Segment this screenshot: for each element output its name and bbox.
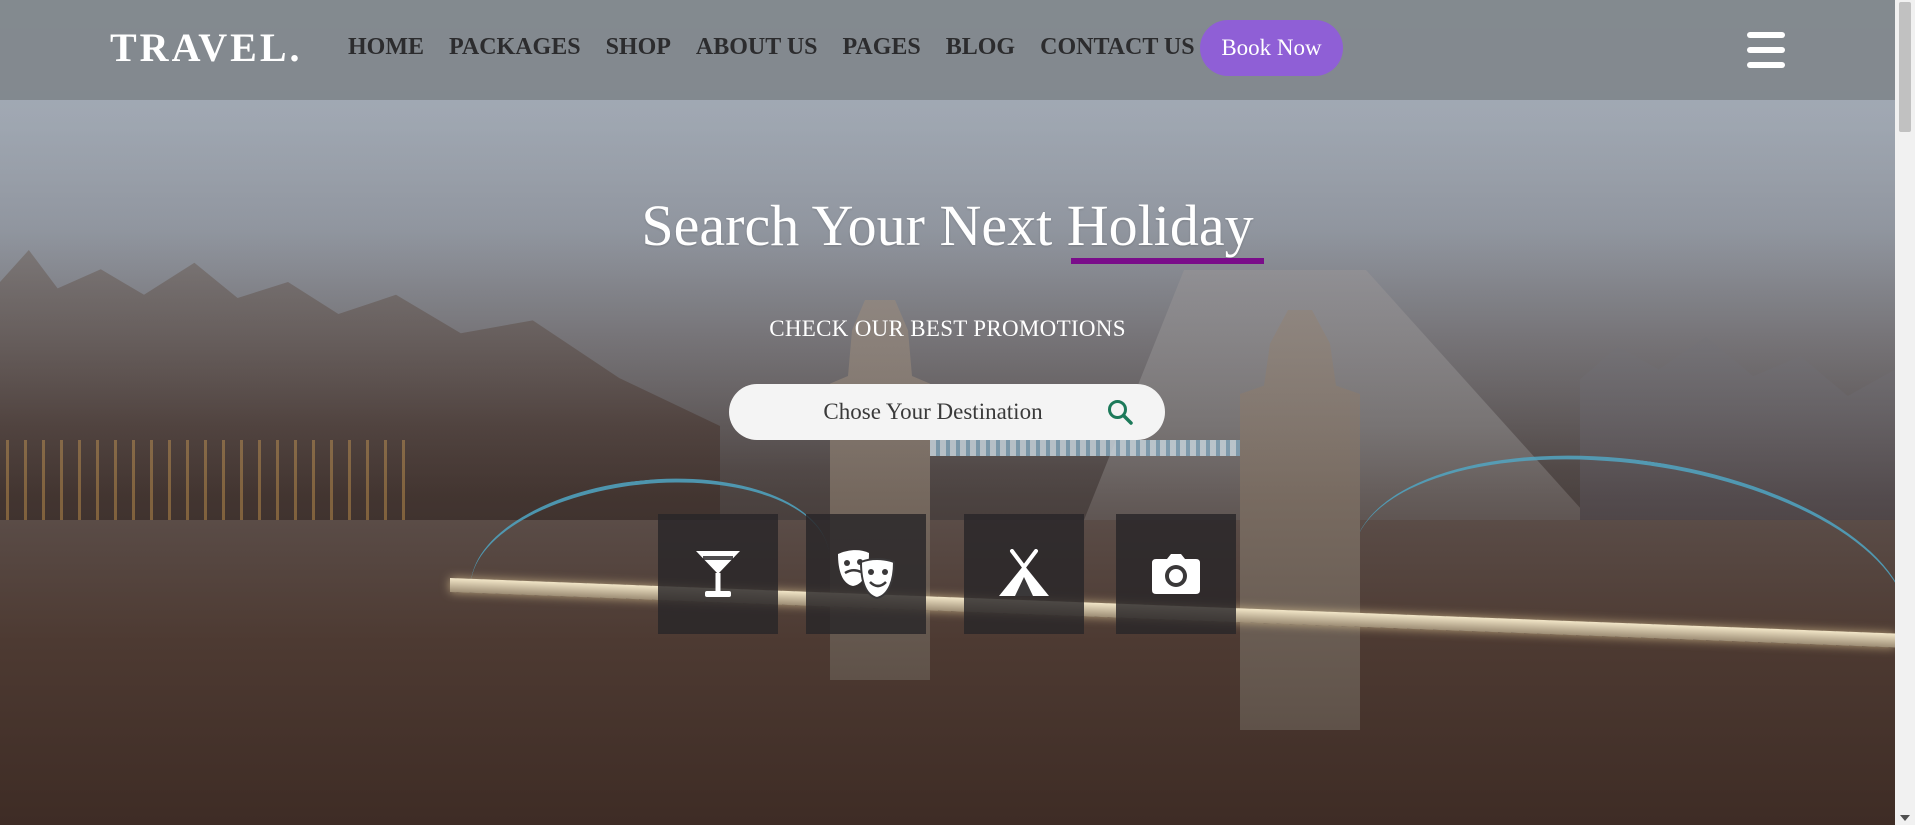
destination-search-box	[729, 384, 1165, 440]
activity-tile-theater[interactable]	[806, 514, 926, 634]
cocktail-glass-icon	[696, 551, 740, 597]
nav-item-contact-us[interactable]: CONTACT US	[1040, 34, 1194, 61]
nav-item-blog[interactable]: BLOG	[946, 34, 1015, 61]
top-navbar: TRAVEL. HOME PACKAGES SHOP ABOUT US PAGE…	[0, 0, 1895, 100]
camera-icon	[1152, 554, 1200, 594]
hero-title-underline	[1071, 258, 1264, 264]
camping-tent-icon	[999, 549, 1049, 596]
hero-subtitle: CHECK OUR BEST PROMOTIONS	[769, 316, 1126, 341]
nav-item-packages[interactable]: PACKAGES	[449, 34, 581, 61]
page-scrollbar[interactable]	[1895, 0, 1915, 825]
scroll-down-arrow-icon[interactable]	[1900, 815, 1910, 821]
site-logo[interactable]: TRAVEL.	[110, 24, 303, 71]
hamburger-line	[1747, 62, 1785, 68]
nav-item-pages[interactable]: PAGES	[843, 34, 921, 61]
main-nav: HOME PACKAGES SHOP ABOUT US PAGES BLOG C…	[348, 34, 1220, 61]
scrollbar-thumb[interactable]	[1899, 2, 1911, 132]
search-icon[interactable]	[1106, 398, 1134, 426]
activity-tile-nightlife[interactable]	[658, 514, 778, 634]
theater-masks-icon	[838, 550, 896, 600]
activity-tile-photography[interactable]	[1116, 514, 1236, 634]
nav-item-about-us[interactable]: ABOUT US	[696, 34, 818, 61]
hamburger-line	[1747, 32, 1785, 38]
book-now-button[interactable]: Book Now	[1200, 20, 1343, 76]
hero-title: Search Your Next Holiday	[641, 193, 1254, 258]
nav-item-home[interactable]: HOME	[348, 34, 424, 61]
hamburger-line	[1747, 47, 1785, 53]
activity-tile-camping[interactable]	[964, 514, 1084, 634]
nav-item-shop[interactable]: SHOP	[606, 34, 671, 61]
hamburger-menu-icon[interactable]	[1747, 32, 1785, 68]
destination-search-input[interactable]	[729, 384, 1089, 440]
